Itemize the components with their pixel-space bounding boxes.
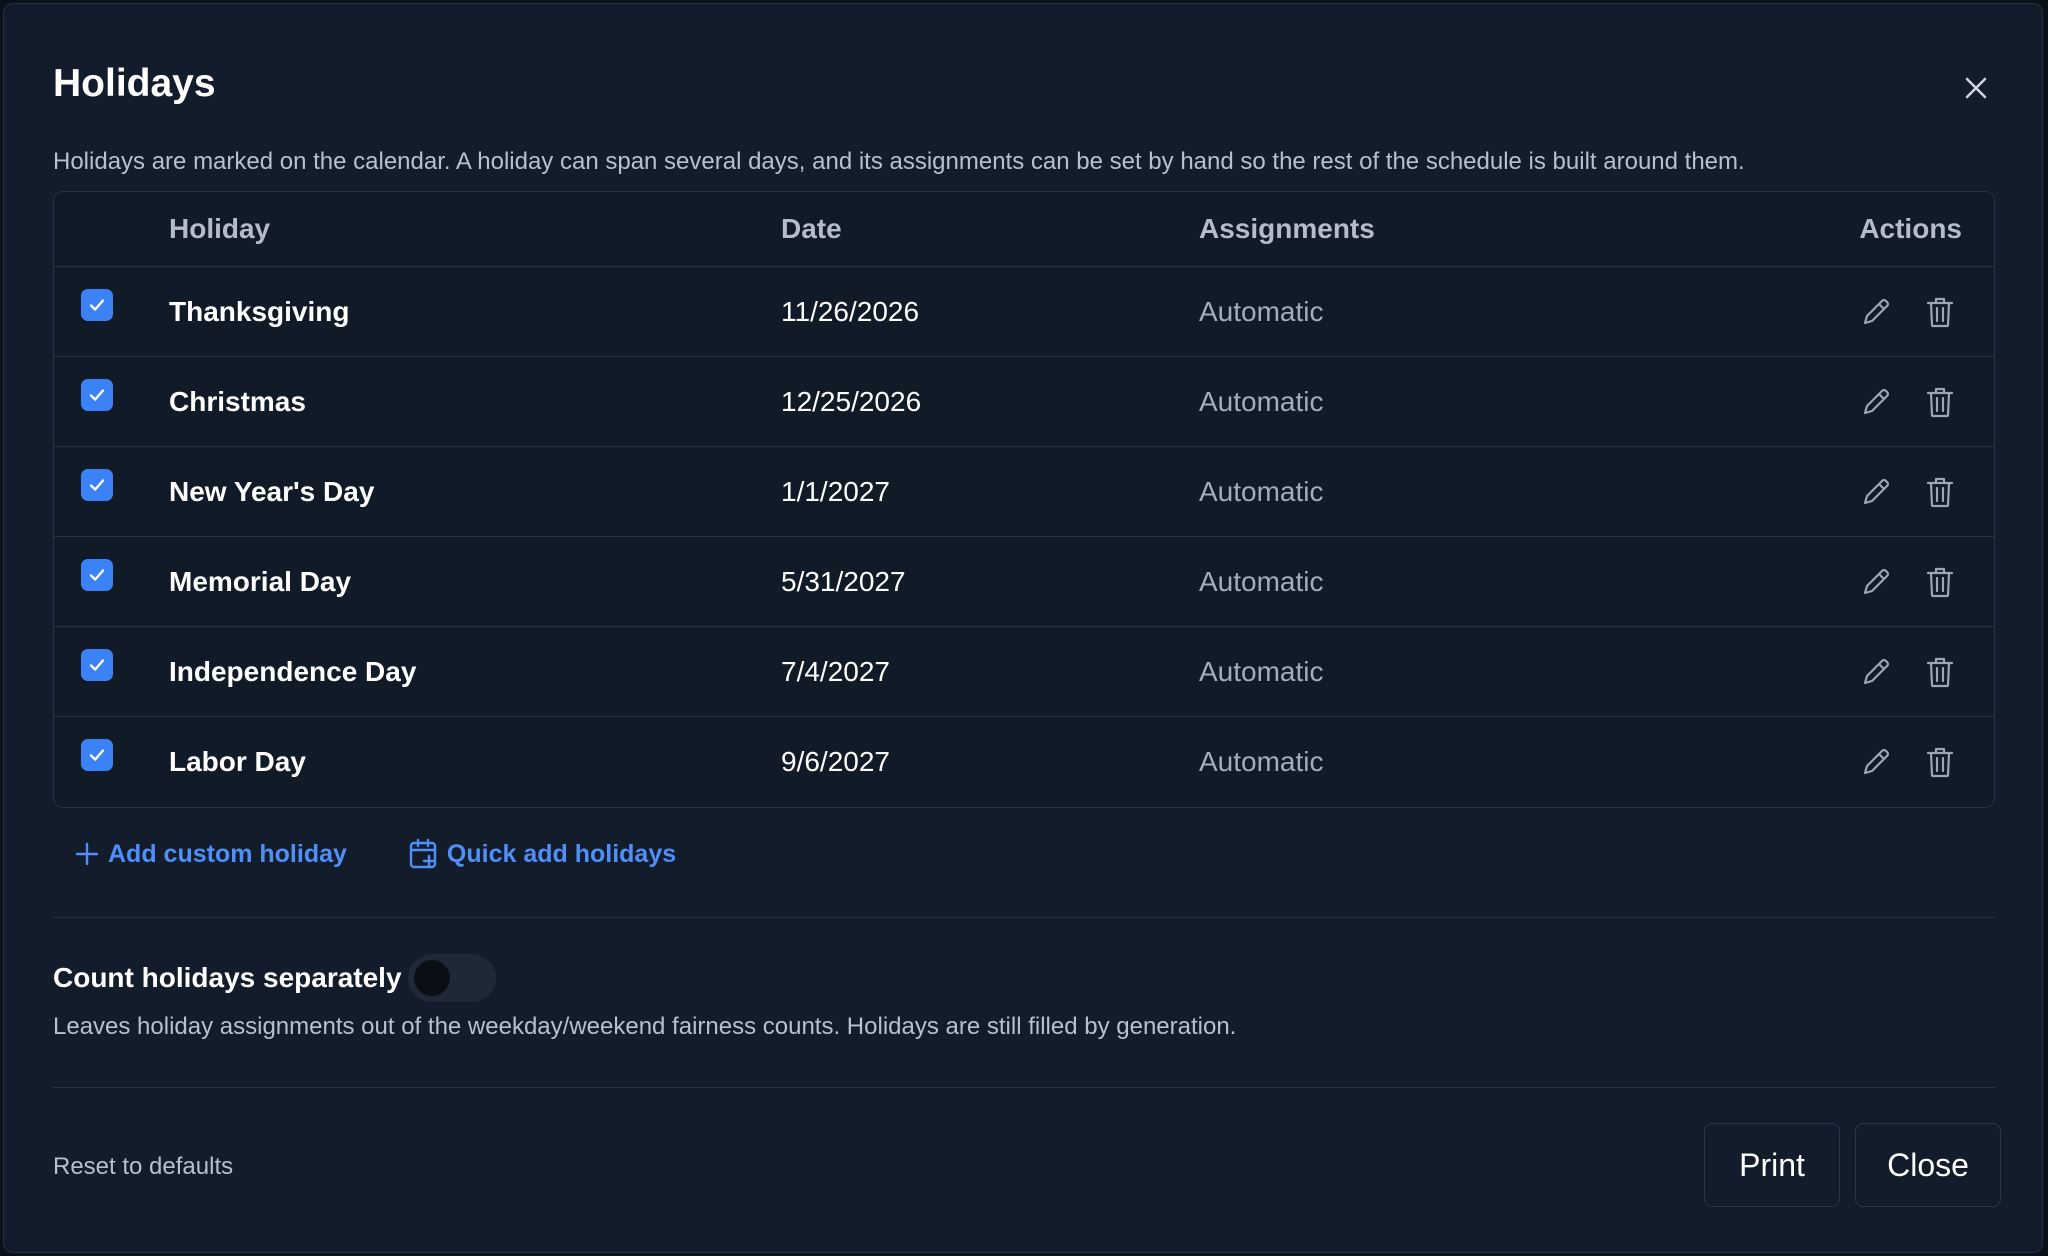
count-separately-toggle[interactable] [408,954,496,1002]
holiday-checkbox[interactable] [81,379,113,411]
divider [53,1087,1995,1088]
dialog-description: Holidays are marked on the calendar. A h… [53,148,1745,175]
dialog-title: Holidays [53,62,216,105]
trash-icon[interactable] [1921,563,1959,601]
holiday-assignments: Automatic [1199,746,1324,777]
add-custom-holiday-link[interactable]: Add custom holiday [74,840,347,869]
table-row: Thanksgiving 11/26/2026 Automatic [54,267,1994,357]
column-header-holiday: Holiday [169,213,271,244]
calendar-plus-icon [409,838,447,870]
trash-icon[interactable] [1921,743,1959,781]
holiday-checkbox[interactable] [81,649,113,681]
holiday-name: New Year's Day [169,476,375,507]
holidays-table: Holiday Date Assignments Actions Thanksg… [53,191,1995,808]
toggle-knob [414,960,450,996]
check-icon [87,745,107,765]
column-header-assignments: Assignments [1199,213,1375,244]
holiday-assignments: Automatic [1199,656,1324,687]
table-row: Independence Day 7/4/2027 Automatic [54,627,1994,717]
check-icon [87,655,107,675]
table-row: New Year's Day 1/1/2027 Automatic [54,447,1994,537]
trash-icon[interactable] [1921,473,1959,511]
holiday-assignments: Automatic [1199,476,1324,507]
holiday-checkbox[interactable] [81,469,113,501]
holiday-checkbox[interactable] [81,289,113,321]
table-row: Memorial Day 5/31/2027 Automatic [54,537,1994,627]
close-button[interactable]: Close [1855,1123,2001,1207]
quick-add-holidays-label: Quick add holidays [446,839,677,868]
holiday-name: Independence Day [169,656,417,687]
holiday-name: Thanksgiving [169,296,350,327]
trash-icon[interactable] [1921,383,1959,421]
trash-icon[interactable] [1921,293,1959,331]
table-header: Holiday Date Assignments Actions [54,192,1994,267]
add-custom-holiday-label: Add custom holiday [108,839,347,868]
holiday-date: 5/31/2027 [781,566,906,597]
holidays-dialog: Holidays Holidays are marked on the cale… [3,3,2043,1253]
holiday-date: 7/4/2027 [781,656,890,687]
holiday-date: 11/26/2026 [781,296,920,327]
trash-icon[interactable] [1921,653,1959,691]
holiday-date: 9/6/2027 [781,746,890,777]
column-header-date: Date [781,213,842,244]
plus-icon [74,841,108,867]
holiday-name: Christmas [169,386,306,417]
pencil-icon[interactable] [1857,383,1895,421]
holiday-assignments: Automatic [1199,386,1324,417]
check-icon [87,295,107,315]
pencil-icon[interactable] [1857,743,1895,781]
pencil-icon[interactable] [1857,473,1895,511]
close-icon[interactable] [1958,70,1994,106]
pencil-icon[interactable] [1857,653,1895,691]
pencil-icon[interactable] [1857,563,1895,601]
reset-to-defaults-link[interactable]: Reset to defaults [53,1150,233,1184]
check-icon [87,565,107,585]
table-row: Labor Day 9/6/2027 Automatic [54,717,1994,807]
print-button[interactable]: Print [1704,1123,1840,1207]
count-separately-label: Count holidays separately [53,962,402,993]
holiday-date: 12/25/2026 [781,386,922,417]
check-icon [87,385,107,405]
check-icon [87,475,107,495]
count-separately-help: Leaves holiday assignments out of the we… [53,1013,1237,1040]
table-row: Christmas 12/25/2026 Automatic [54,357,1994,447]
holiday-checkbox[interactable] [81,739,113,771]
holiday-name: Memorial Day [169,566,352,597]
column-header-actions: Actions [1859,213,1962,244]
divider [53,917,1995,918]
holiday-assignments: Automatic [1199,566,1324,597]
table-actions: Add custom holiday Quick add holidays [74,836,676,872]
holiday-assignments: Automatic [1199,296,1324,327]
pencil-icon[interactable] [1857,293,1895,331]
holiday-checkbox[interactable] [81,559,113,591]
quick-add-holidays-link[interactable]: Quick add holidays [409,838,676,870]
holiday-name: Labor Day [169,746,306,777]
holiday-date: 1/1/2027 [781,476,890,507]
